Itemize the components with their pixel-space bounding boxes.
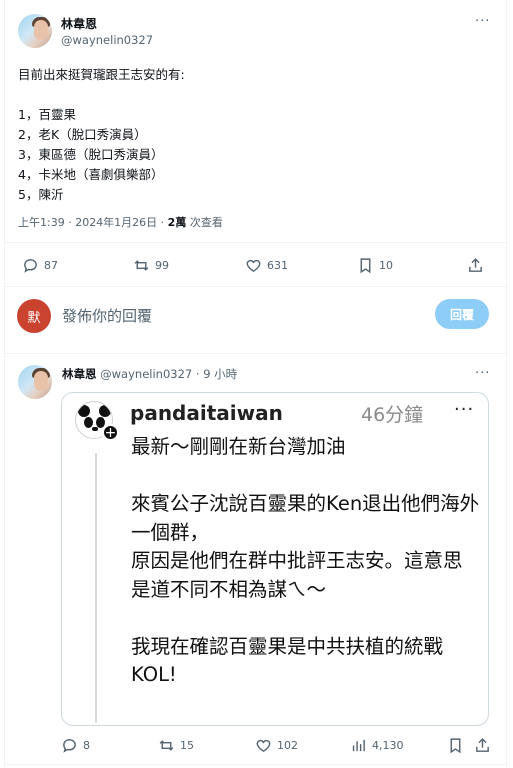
analytics-icon bbox=[352, 739, 365, 752]
reply-input[interactable]: 發佈你的回覆 bbox=[62, 305, 152, 326]
tweet-actions: 8 15 102 4,130 bbox=[0, 734, 513, 758]
author-name[interactable]: 林韋恩 bbox=[62, 367, 97, 381]
reply-button[interactable]: 8 bbox=[61, 737, 90, 754]
views-label: 次查看 bbox=[186, 216, 223, 229]
tweet-header: 林韋恩 @waynelin0327 · 9 小時 bbox=[62, 366, 237, 382]
embedded-image[interactable]: + pandaitaiwan 46分鐘 ··· 最新～剛剛在新台灣加油 來賓公子… bbox=[61, 392, 489, 726]
author-avatar[interactable] bbox=[18, 14, 52, 48]
share-icon bbox=[476, 738, 489, 752]
bookmark-button[interactable]: 10 bbox=[357, 257, 393, 274]
views-count: 2萬 bbox=[167, 216, 187, 229]
tweet-actions: 87 99 631 10 bbox=[0, 252, 513, 280]
author-avatar[interactable] bbox=[18, 365, 52, 399]
embedded-more-icon: ··· bbox=[454, 399, 475, 420]
retweet-button[interactable]: 15 bbox=[158, 737, 194, 754]
embedded-text: 最新～剛剛在新台灣加油 來賓公子沈說百靈果的Ken退出他們海外一個群， 原因是他… bbox=[131, 435, 480, 686]
retweet-button[interactable]: 99 bbox=[133, 257, 169, 274]
bookmark-icon bbox=[450, 738, 461, 754]
like-button[interactable]: 102 bbox=[255, 737, 298, 754]
tweet-text: 目前出來挺賀瓏跟王志安的有: 1，百靈果 2，老K（脫口秀演員） 3，東區德（脫… bbox=[18, 67, 185, 202]
tweet-timestamp[interactable]: 上午1:39 · 2024年1月26日 · bbox=[18, 216, 168, 229]
author-handle-time[interactable]: @waynelin0327 · 9 小時 bbox=[97, 367, 237, 381]
embedded-username: pandaitaiwan bbox=[130, 401, 283, 425]
my-avatar[interactable]: 默 bbox=[17, 299, 51, 333]
divider bbox=[5, 286, 506, 287]
tweet-meta: 上午1:39 · 2024年1月26日 · 2萬 次查看 bbox=[18, 214, 223, 230]
embedded-time: 46分鐘 bbox=[361, 404, 424, 426]
reply-icon bbox=[24, 259, 37, 273]
like-button[interactable]: 631 bbox=[245, 257, 288, 274]
author-handle[interactable]: @waynelin0327 bbox=[61, 33, 153, 47]
heart-icon bbox=[246, 259, 261, 273]
divider bbox=[5, 353, 506, 354]
divider bbox=[5, 764, 506, 765]
bookmark-icon bbox=[360, 258, 371, 274]
divider bbox=[5, 242, 506, 243]
share-button[interactable] bbox=[474, 737, 491, 754]
share-button[interactable] bbox=[467, 257, 484, 274]
author-name[interactable]: 林韋恩 bbox=[61, 15, 97, 32]
retweet-icon bbox=[134, 260, 149, 271]
reply-button[interactable]: 87 bbox=[22, 257, 58, 274]
reply-icon bbox=[63, 739, 76, 753]
views-button[interactable]: 4,130 bbox=[350, 737, 404, 754]
reply-submit-button[interactable]: 回覆 bbox=[435, 299, 489, 329]
plus-icon: + bbox=[102, 424, 119, 441]
heart-icon bbox=[256, 739, 271, 753]
more-options-icon[interactable]: ··· bbox=[475, 366, 490, 381]
share-icon bbox=[469, 258, 482, 272]
more-options-icon[interactable]: ··· bbox=[475, 14, 490, 29]
thread-line bbox=[95, 453, 97, 723]
bookmark-button[interactable] bbox=[447, 737, 464, 754]
retweet-icon bbox=[159, 740, 174, 751]
